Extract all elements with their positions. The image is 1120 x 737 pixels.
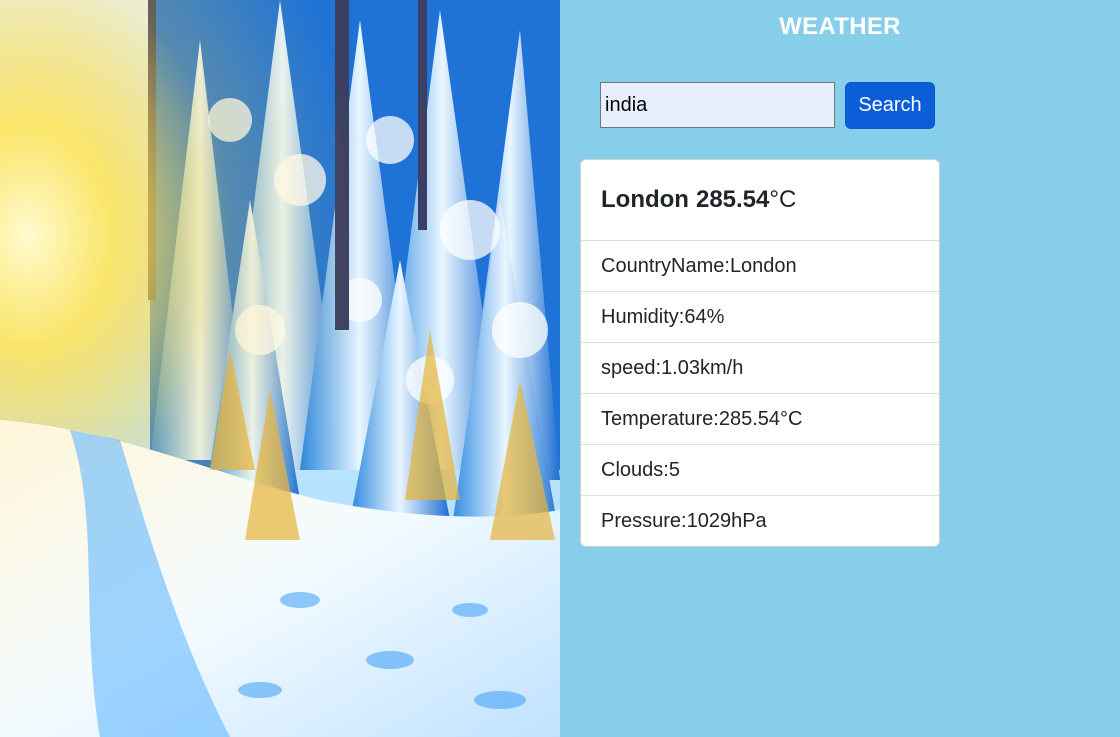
detail-value: 1.03km/h <box>661 356 744 379</box>
detail-value: 64% <box>684 305 725 328</box>
detail-label: Humidity: <box>601 305 685 328</box>
detail-label: speed: <box>601 356 662 379</box>
detail-value: 285.54°C <box>718 407 803 430</box>
detail-label: CountryName: <box>601 254 730 277</box>
weather-details-list: CountryName: London Humidity: 64% speed: 1.… <box>581 241 939 546</box>
detail-label: Clouds: <box>601 458 669 481</box>
detail-pressure: Pressure: 1029hPa <box>581 496 939 546</box>
weather-app: WEATHER Search London 285.54 °C CountryN… <box>0 0 1120 737</box>
winter-forest-image <box>0 0 560 737</box>
detail-value: London <box>729 254 797 277</box>
detail-clouds: Clouds: 5 <box>581 445 939 496</box>
detail-label: Temperature: <box>601 407 719 430</box>
detail-speed: speed: 1.03km/h <box>581 343 939 394</box>
weather-card: London 285.54 °C CountryName: London Humi… <box>580 159 940 547</box>
weather-panel: WEATHER Search London 285.54 °C CountryN… <box>560 0 1120 737</box>
winter-forest-illustration <box>0 0 560 737</box>
detail-value: 1029hPa <box>686 510 767 532</box>
detail-label: Pressure: <box>601 510 687 532</box>
header-temperature: 285.54 <box>695 186 770 213</box>
page-title: WEATHER <box>779 13 901 40</box>
temperature-unit: °C <box>769 186 797 213</box>
detail-country-name: CountryName: London <box>581 241 939 292</box>
detail-temperature: Temperature: 285.54°C <box>581 394 939 445</box>
search-button[interactable]: Search <box>845 82 935 129</box>
detail-value: 5 <box>668 458 680 481</box>
search-input[interactable] <box>600 82 835 128</box>
city-name: London <box>601 186 689 213</box>
detail-humidity: Humidity: 64% <box>581 292 939 343</box>
weather-card-header: London 285.54 °C <box>581 160 939 241</box>
